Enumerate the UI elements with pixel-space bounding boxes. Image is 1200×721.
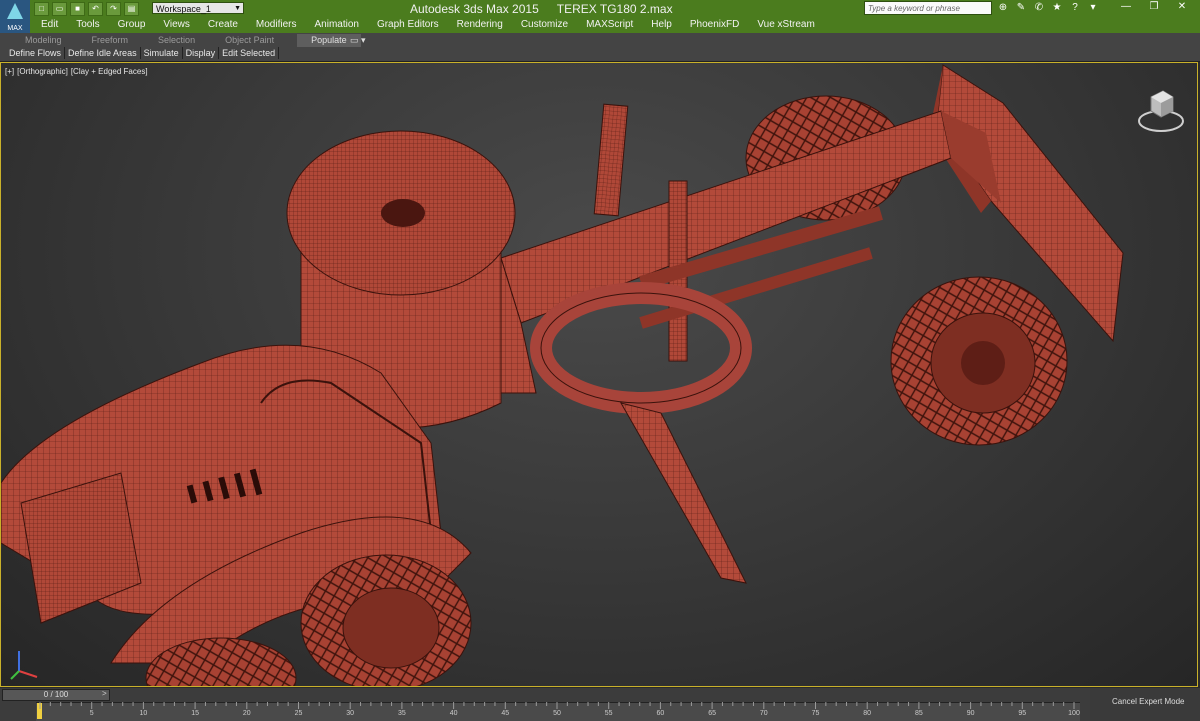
tick-label: 65 xyxy=(708,710,716,717)
menu-customize[interactable]: Customize xyxy=(512,17,577,32)
viewcube-icon[interactable] xyxy=(1135,83,1187,135)
menu-graph-editors[interactable]: Graph Editors xyxy=(368,17,448,32)
tick-label: 75 xyxy=(811,710,820,717)
circle-turntable xyxy=(530,282,752,414)
tick-label: 80 xyxy=(863,710,872,717)
menu-maxscript[interactable]: MAXScript xyxy=(577,17,642,32)
menu-bar: Edit Tools Group Views Create Modifiers Animat… xyxy=(32,17,824,32)
simulate-button[interactable]: Simulate xyxy=(141,47,183,59)
menu-help[interactable]: Help xyxy=(642,17,681,32)
viewport-perspective[interactable]: [+] [Orthographic] [Clay + Edged Faces] xyxy=(0,62,1198,687)
tick-label: 90 xyxy=(966,710,975,717)
next-frame-button[interactable]: > xyxy=(102,689,107,698)
define-idle-areas-button[interactable]: Define Idle Areas xyxy=(65,47,141,59)
subscription-icon[interactable]: ✎ xyxy=(1014,1,1028,15)
menu-views[interactable]: Views xyxy=(154,17,199,32)
tick-label: 40 xyxy=(449,710,458,717)
ribbon-tabs: Modeling Freeform Selection Object Paint Pop… xyxy=(10,34,361,47)
tick-label: 85 xyxy=(914,710,923,717)
workspace-dropdown[interactable]: Workspace_1 ▼ xyxy=(152,2,244,14)
document-title: TEREX TG180 2.max xyxy=(556,2,673,16)
app-icon-label: MAX xyxy=(7,25,23,32)
menu-group[interactable]: Group xyxy=(109,17,155,32)
chevron-down-icon: ▼ xyxy=(234,5,241,12)
help-dropdown-icon[interactable]: ▾ xyxy=(1086,1,1100,15)
tick-label: 55 xyxy=(604,710,613,717)
save-file-icon[interactable]: ■ xyxy=(70,2,85,16)
menu-phoenixfd[interactable]: PhoenixFD xyxy=(681,17,748,32)
tick-label: 70 xyxy=(759,710,768,717)
track-tick-labels: 5 10 15 20 25 30 35 40 45 50 55 60 65 70 75 80 85 90 95 100 xyxy=(36,710,1080,720)
display-button[interactable]: Display xyxy=(183,47,220,59)
menu-animation[interactable]: Animation xyxy=(305,17,367,32)
tick-label: 10 xyxy=(139,710,148,717)
menu-tools[interactable]: Tools xyxy=(67,17,108,32)
tab-freeform[interactable]: Freeform xyxy=(77,34,144,47)
tick-label: 60 xyxy=(656,710,665,717)
tick-label: 100 xyxy=(1068,710,1080,717)
tab-modeling[interactable]: Modeling xyxy=(10,34,77,47)
quick-access-toolbar: □ ▭ ■ ↶ ↷ ▤ xyxy=(34,2,139,16)
application-button[interactable]: MAX xyxy=(0,0,30,33)
front-right-wheel xyxy=(890,276,1068,446)
new-file-icon[interactable]: □ xyxy=(34,2,49,16)
menu-create[interactable]: Create xyxy=(199,17,247,32)
ribbon-options-icon[interactable]: ▭ ▾ xyxy=(350,35,366,46)
tab-object-paint[interactable]: Object Paint xyxy=(210,34,289,47)
tick-label: 45 xyxy=(501,710,510,717)
help-icon[interactable]: ? xyxy=(1068,1,1082,15)
tick-label: 20 xyxy=(242,710,251,717)
define-flows-button[interactable]: Define Flows xyxy=(6,47,66,59)
minimize-icon[interactable]: — xyxy=(1112,0,1140,14)
open-file-icon[interactable]: ▭ xyxy=(52,2,67,16)
tick-label: 25 xyxy=(294,710,303,717)
favorites-icon[interactable]: ★ xyxy=(1050,1,1064,15)
close-icon[interactable]: ✕ xyxy=(1168,0,1196,14)
infocenter-toolbar: ⊕ ✎ ✆ ★ ? ▾ xyxy=(996,1,1100,15)
search-input[interactable]: Type a keyword or phrase xyxy=(864,1,992,15)
redo-icon[interactable]: ↷ xyxy=(106,2,121,16)
axis-tripod-icon xyxy=(10,651,38,680)
undo-icon[interactable]: ↶ xyxy=(88,2,103,16)
tab-selection[interactable]: Selection xyxy=(143,34,210,47)
tick-label: 30 xyxy=(346,710,355,717)
3ds-max-logo-icon xyxy=(7,3,23,19)
tick-label: 15 xyxy=(191,710,199,717)
workspace-value: Workspace_1 xyxy=(156,4,211,14)
tick-label: 5 xyxy=(89,710,94,717)
cancel-expert-mode-button[interactable]: Cancel Expert Mode xyxy=(1112,697,1184,706)
menu-rendering[interactable]: Rendering xyxy=(448,17,512,32)
window-title: Autodesk 3ds Max 2015 TEREX TG180 2.max xyxy=(410,2,710,16)
grader-3d-model[interactable] xyxy=(1,63,1197,686)
binoculars-icon[interactable]: ⊕ xyxy=(996,1,1010,15)
window-controls: — ❐ ✕ xyxy=(1112,0,1196,14)
restore-icon[interactable]: ❐ xyxy=(1140,0,1168,14)
mid-blade xyxy=(619,402,747,584)
communication-icon[interactable]: ✆ xyxy=(1032,1,1046,15)
ribbon-tools: Define Flows Define Idle Areas Simulate Dis… xyxy=(6,47,280,59)
time-slider[interactable]: 0 / 100 xyxy=(2,689,110,701)
tick-label: 35 xyxy=(397,710,406,717)
menu-edit[interactable]: Edit xyxy=(32,17,67,32)
menu-vue-xstream[interactable]: Vue xStream xyxy=(748,17,823,32)
project-folder-icon[interactable]: ▤ xyxy=(124,2,139,16)
menu-modifiers[interactable]: Modifiers xyxy=(247,17,306,32)
edit-selected-button[interactable]: Edit Selected xyxy=(219,47,280,59)
tick-label: 50 xyxy=(553,710,561,717)
app-title: Autodesk 3ds Max 2015 xyxy=(410,2,539,16)
tick-label: 95 xyxy=(1018,710,1027,717)
